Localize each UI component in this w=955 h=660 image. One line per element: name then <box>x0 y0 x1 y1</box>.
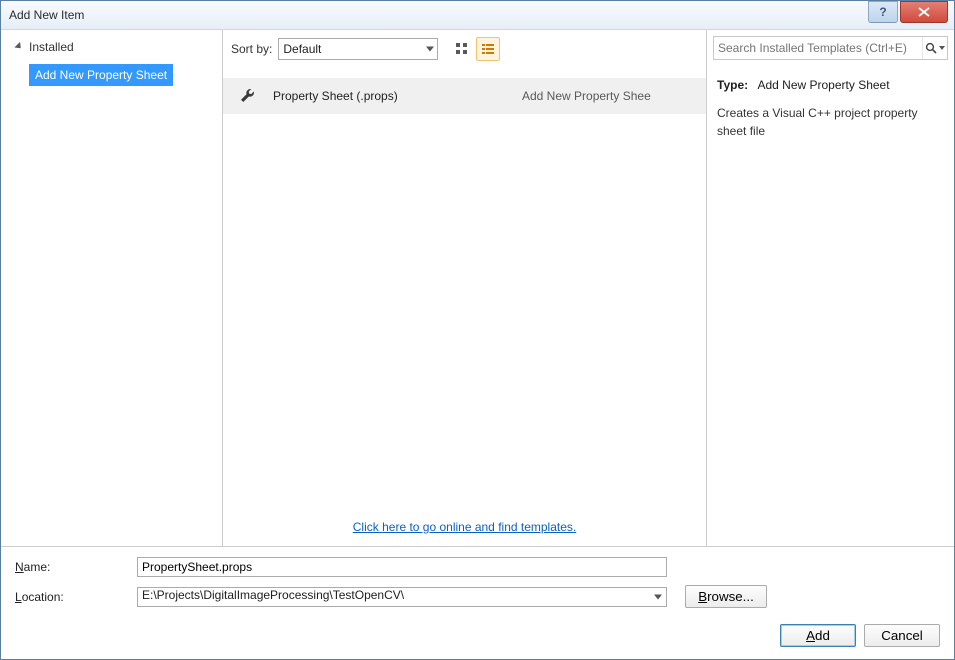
browse-label-rest: rowse... <box>707 589 754 604</box>
window-title: Add New Item <box>9 8 868 22</box>
detail-body: Type: Add New Property Sheet Creates a V… <box>707 66 954 150</box>
help-button[interactable]: ? <box>868 1 898 23</box>
chevron-down-icon <box>654 594 662 599</box>
template-list[interactable]: Property Sheet (.props) Add New Property… <box>223 66 706 510</box>
view-medium-tiles-button[interactable] <box>450 37 474 61</box>
bottom-form: Name: Location: E:\Projects\DigitalImage… <box>1 546 954 620</box>
chevron-down-icon <box>426 47 434 52</box>
template-name: Property Sheet (.props) <box>273 89 508 103</box>
center-pane: Sort by: Default <box>223 30 707 546</box>
sidebar-category-label: Installed <box>29 40 74 54</box>
wrench-icon <box>237 85 259 107</box>
upper-area: Installed Add New Property Sheet Sort by… <box>1 30 954 546</box>
location-label: Location: <box>15 590 137 604</box>
template-category: Add New Property Shee <box>522 89 651 103</box>
content: Installed Add New Property Sheet Sort by… <box>1 30 954 659</box>
sort-combo[interactable]: Default <box>278 38 438 60</box>
search-button[interactable] <box>922 37 947 59</box>
sidebar-item-add-new-property-sheet[interactable]: Add New Property Sheet <box>29 64 173 86</box>
grid-icon <box>455 42 469 56</box>
name-input[interactable] <box>137 557 667 577</box>
sort-combo-value: Default <box>283 42 321 56</box>
dialog-window: Add New Item ? Installed Add New Propert… <box>0 0 955 660</box>
dialog-footer: Add Cancel <box>1 620 954 659</box>
view-list-button[interactable] <box>476 37 500 61</box>
list-icon <box>481 42 495 56</box>
expander-triangle-icon <box>14 41 23 50</box>
search-icon <box>925 42 937 54</box>
chevron-down-icon <box>939 46 945 50</box>
location-value: E:\Projects\DigitalImageProcessing\TestO… <box>142 588 404 602</box>
cancel-button[interactable]: Cancel <box>864 624 940 647</box>
search-box[interactable] <box>713 36 948 60</box>
toolbar: Sort by: Default <box>223 30 706 66</box>
online-templates-link-row: Click here to go online and find templat… <box>223 510 706 546</box>
sort-label: Sort by: <box>231 42 272 56</box>
close-button[interactable] <box>900 1 948 23</box>
view-buttons <box>450 37 500 61</box>
close-icon <box>918 7 930 17</box>
browse-button[interactable]: Browse... <box>685 585 767 608</box>
name-row: Name: <box>15 557 940 577</box>
location-row: Location: E:\Projects\DigitalImageProces… <box>15 585 940 608</box>
search-input[interactable] <box>714 37 922 59</box>
detail-description: Creates a Visual C++ project property sh… <box>717 104 944 140</box>
detail-type-label: Type: <box>717 78 748 92</box>
sidebar: Installed Add New Property Sheet <box>1 30 223 546</box>
titlebar: Add New Item ? <box>1 1 954 30</box>
sidebar-item-label: Add New Property Sheet <box>35 68 167 82</box>
online-templates-link[interactable]: Click here to go online and find templat… <box>353 520 576 534</box>
template-item-property-sheet[interactable]: Property Sheet (.props) Add New Property… <box>223 78 706 114</box>
add-button[interactable]: Add <box>780 624 856 647</box>
location-combo[interactable]: E:\Projects\DigitalImageProcessing\TestO… <box>137 587 667 607</box>
detail-pane: Type: Add New Property Sheet Creates a V… <box>707 30 954 546</box>
sidebar-category-installed[interactable]: Installed <box>1 34 222 60</box>
sidebar-items: Add New Property Sheet <box>1 60 222 86</box>
window-controls: ? <box>868 1 954 29</box>
detail-type-value: Add New Property Sheet <box>757 78 889 92</box>
name-label: Name: <box>15 560 137 574</box>
detail-type-row: Type: Add New Property Sheet <box>717 76 944 94</box>
